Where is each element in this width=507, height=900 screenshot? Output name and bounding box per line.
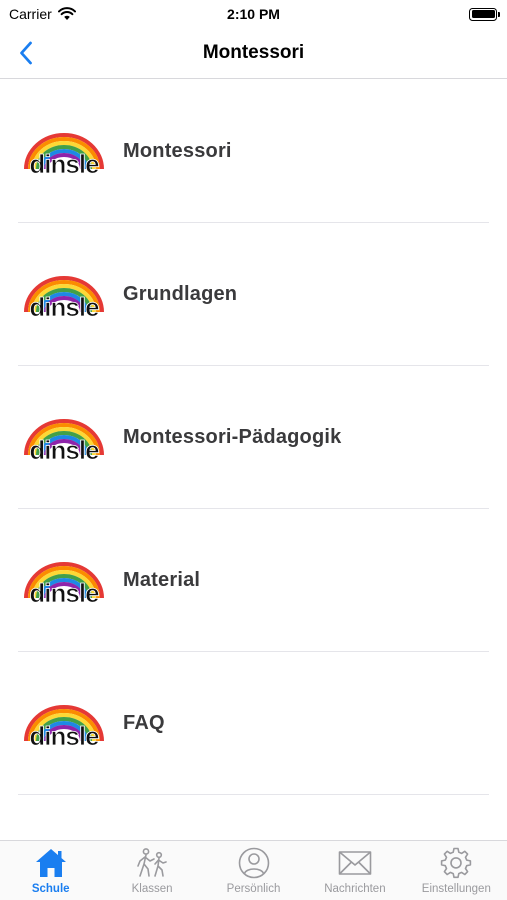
dinsle-logo-icon [24,561,104,604]
tab-persoenlich[interactable]: Persönlich [203,841,304,900]
house-icon [35,849,66,877]
back-button[interactable] [12,38,40,68]
list-item-faq[interactable]: FAQ [0,652,507,795]
list-item-label: Montessori-Pädagogik [123,426,342,448]
list-item-montessori-paedagogik[interactable]: Montessori-Pädagogik [0,366,507,509]
tab-schule[interactable]: Schule [0,841,101,900]
list-item-label: Material [123,569,201,591]
status-left: Carrier [9,6,76,22]
menu-list: Montessori Grundlagen Montessori-Pädagog… [0,80,507,795]
tab-label: Einstellungen [421,883,491,895]
tab-bar: Schule Klassen Persönlich Nachrichten Ei… [0,840,507,900]
list-item-label: Montessori [123,140,232,162]
tab-klassen[interactable]: Klassen [101,841,202,900]
envelope-icon [338,851,372,875]
list-item-label: FAQ [123,712,165,734]
list-item-grundlagen[interactable]: Grundlagen [0,223,507,366]
people-walking-icon [137,848,167,877]
list-item-material[interactable]: Material [0,509,507,652]
tab-label: Nachrichten [324,883,386,895]
wifi-icon [57,7,76,20]
chevron-left-icon [20,41,32,65]
person-circle-icon [238,847,269,879]
dinsle-logo-icon [24,275,104,318]
battery-fill [471,10,495,18]
dinsle-logo-icon [24,132,104,175]
status-time: 2:10 PM [227,6,280,22]
tab-label: Schule [31,883,70,895]
tab-einstellungen[interactable]: Einstellungen [406,841,507,900]
list-item-montessori[interactable]: Montessori [0,80,507,223]
dinsle-logo-icon [24,704,104,747]
dinsle-logo-icon [24,418,104,461]
tab-nachrichten[interactable]: Nachrichten [304,841,405,900]
battery-icon [469,7,500,21]
gear-icon [441,847,472,879]
page-title: Montessori [202,42,305,63]
tab-label: Klassen [131,883,173,895]
nav-bar: Montessori [0,28,507,79]
status-bar: Carrier 2:10 PM [0,0,507,28]
carrier-label: Carrier [9,6,52,22]
list-item-label: Grundlagen [123,283,238,305]
tab-label: Persönlich [226,883,281,895]
